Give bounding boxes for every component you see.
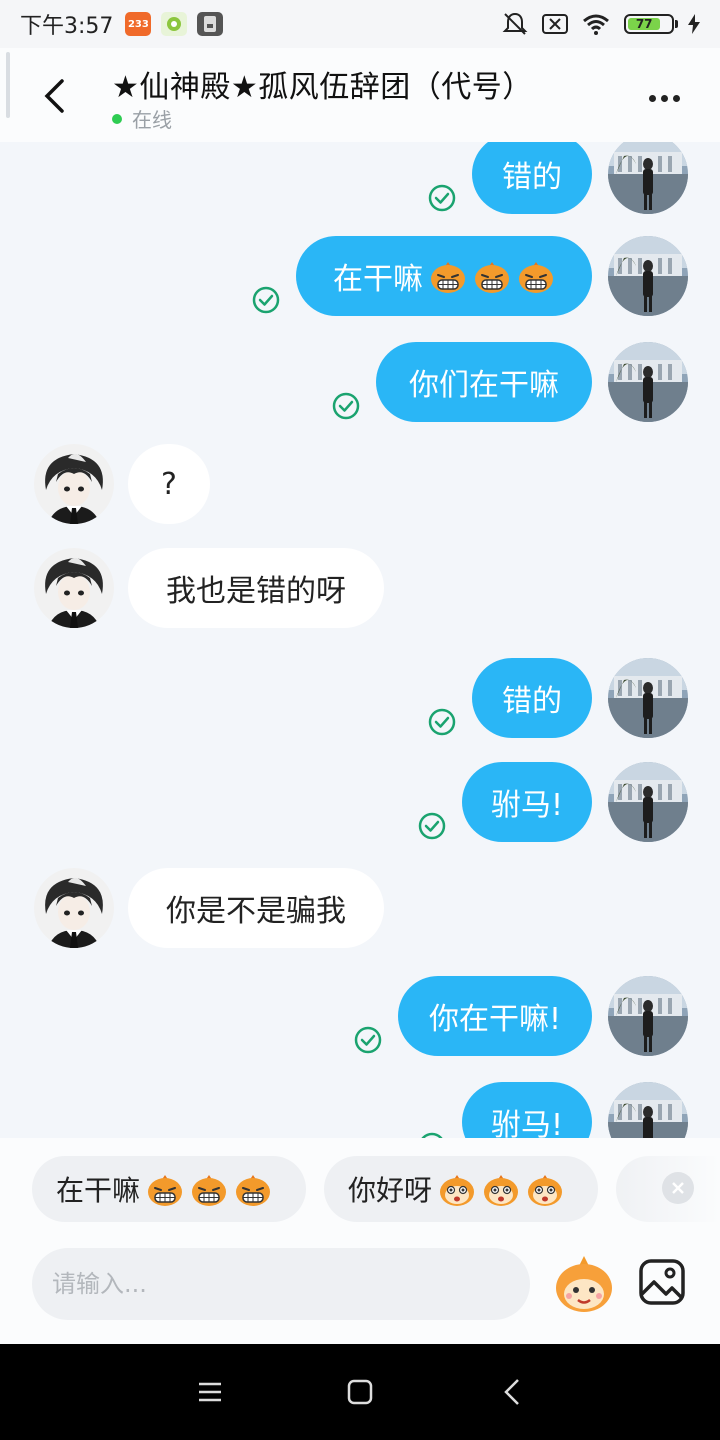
message-text: 错的	[502, 684, 562, 719]
send-image-button[interactable]	[636, 1256, 688, 1308]
surprise-monkey-emoji-icon	[528, 1174, 563, 1206]
mute-bell-icon	[502, 12, 528, 35]
no-sim-icon	[542, 14, 568, 34]
read-check-icon	[332, 392, 360, 420]
nav-menu-button[interactable]	[186, 1372, 234, 1412]
my-avatar[interactable]	[608, 1082, 688, 1138]
message-text: 在干嘛	[333, 262, 423, 297]
message-bubble[interactable]: 在干嘛	[296, 236, 592, 316]
read-check-icon	[354, 1026, 382, 1054]
grin-monkey-emoji-icon	[431, 261, 465, 293]
grin-monkey-emoji-icon	[475, 261, 509, 293]
message-bubble[interactable]: 你在干嘛!	[398, 976, 592, 1056]
message-text: 我也是错的呀	[166, 574, 346, 609]
settings-app-icon	[161, 12, 188, 36]
my-avatar[interactable]	[608, 342, 688, 422]
message-bubble[interactable]: 你是不是骗我	[128, 868, 384, 948]
my-avatar[interactable]	[608, 762, 688, 842]
online-status-label: 在线	[132, 108, 172, 132]
status-time: 下午3:57	[20, 14, 114, 39]
close-quick-replies-button[interactable]	[662, 1172, 694, 1204]
my-avatar[interactable]	[608, 658, 688, 738]
app-badge-label: 233	[127, 18, 149, 30]
message-emoji-group	[423, 258, 555, 294]
read-check-icon	[428, 184, 456, 212]
chevron-left-icon	[44, 79, 64, 113]
grin-monkey-emoji-icon	[519, 261, 553, 293]
image-icon	[639, 1259, 685, 1305]
message-bubble[interactable]: 错的	[472, 142, 592, 214]
home-square-icon	[347, 1379, 373, 1405]
read-check-icon	[418, 812, 446, 840]
chat-header: ★仙神殿★孤风伍辞团（代号） 在线	[0, 48, 720, 142]
message-text: 你在干嘛!	[428, 1002, 562, 1037]
app-233-icon: 233	[125, 12, 152, 36]
more-dots-icon	[648, 94, 656, 102]
contact-avatar[interactable]	[34, 548, 114, 628]
back-triangle-icon	[504, 1379, 519, 1405]
more-options-button[interactable]	[638, 78, 690, 118]
menu-icon	[199, 1382, 221, 1402]
nav-back-button[interactable]	[488, 1372, 536, 1412]
message-list[interactable]: 错的 在干嘛 你们在干嘛? 我也是错的呀 错的 驸马! 你是不是骗我 你在干嘛! 驸马!	[0, 142, 720, 1138]
my-avatar[interactable]	[608, 236, 688, 316]
monkey-emoji-icon	[556, 1256, 612, 1312]
charging-bolt-icon	[688, 14, 700, 34]
emoji-button[interactable]	[552, 1248, 616, 1320]
back-button[interactable]	[30, 72, 78, 120]
message-bubble[interactable]: 你们在干嘛	[376, 342, 592, 422]
quick-reply-bar: 在干嘛 你好呀	[0, 1138, 720, 1242]
close-icon	[672, 1182, 684, 1194]
grin-monkey-emoji-icon	[236, 1174, 271, 1206]
quick-reply-label: 你好呀	[348, 1174, 433, 1207]
my-avatar[interactable]	[608, 976, 688, 1056]
read-check-icon	[428, 708, 456, 736]
message-text: 驸马!	[490, 1108, 564, 1138]
message-text: 你们在干嘛	[409, 368, 559, 403]
surprise-monkey-emoji-icon	[440, 1174, 475, 1206]
message-text: 驸马!	[490, 788, 564, 823]
message-bubble[interactable]: 我也是错的呀	[128, 548, 384, 628]
message-text: ?	[161, 466, 177, 502]
surprise-monkey-emoji-icon	[484, 1174, 519, 1206]
message-bubble[interactable]: ?	[128, 444, 210, 524]
header-edge-divider	[6, 52, 10, 118]
my-avatar[interactable]	[608, 142, 688, 214]
status-bar: 下午3:57 233 77	[0, 0, 720, 48]
message-input[interactable]	[32, 1248, 530, 1320]
chat-title: ★仙神殿★孤风伍辞团（代号）	[112, 70, 533, 105]
message-bubble[interactable]: 驸马!	[462, 762, 592, 842]
message-bubble[interactable]: 驸马!	[462, 1082, 592, 1138]
sd-card-icon	[197, 12, 224, 36]
quick-reply-label: 在干嘛	[56, 1174, 141, 1207]
nav-home-button[interactable]	[336, 1372, 384, 1412]
message-text: 错的	[502, 160, 562, 195]
message-bubble[interactable]: 错的	[472, 658, 592, 738]
quick-reply-chip[interactable]: 你好呀	[324, 1156, 598, 1222]
contact-avatar[interactable]	[34, 444, 114, 524]
battery-indicator: 77	[624, 14, 678, 34]
composer-bar	[0, 1242, 720, 1344]
wifi-icon	[583, 14, 609, 35]
message-text: 你是不是骗我	[166, 894, 346, 929]
online-dot-icon	[112, 113, 122, 124]
read-check-icon	[252, 286, 280, 314]
grin-monkey-emoji-icon	[148, 1174, 183, 1206]
contact-avatar[interactable]	[34, 868, 114, 948]
system-nav-bar	[0, 1344, 720, 1440]
grin-monkey-emoji-icon	[192, 1174, 227, 1206]
battery-level: 77	[628, 17, 661, 31]
quick-reply-chip[interactable]: 在干嘛	[32, 1156, 306, 1222]
online-status: 在线	[112, 104, 172, 133]
